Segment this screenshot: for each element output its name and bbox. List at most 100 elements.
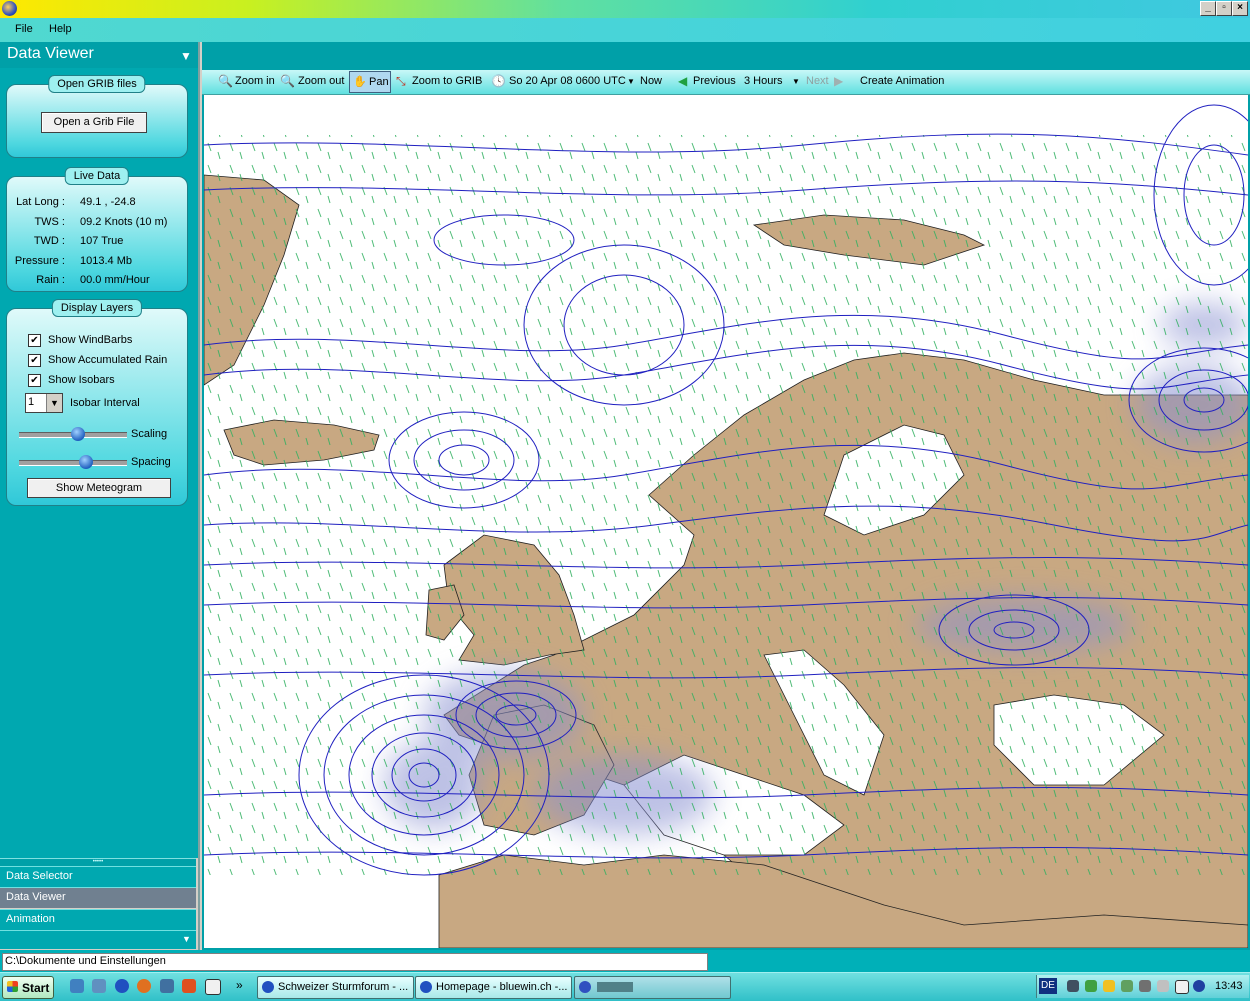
windbarbs-label: Show WindBarbs — [48, 334, 133, 346]
dropdown-arrow-icon[interactable]: ▼ — [46, 394, 62, 412]
zoom-out-icon: 🔍 — [280, 74, 295, 88]
menu-help[interactable]: Help — [49, 23, 72, 35]
tray-app-icon-2[interactable] — [1085, 980, 1097, 992]
twd-label: TWD : — [33, 235, 65, 247]
datetime-display[interactable]: So 20 Apr 08 0600 UTC — [509, 75, 626, 87]
zoom-to-grib-button[interactable]: Zoom to GRIB — [412, 75, 482, 87]
next-arrow-icon: ▶ — [834, 74, 844, 88]
step-selector[interactable]: 3 Hours — [744, 75, 783, 87]
language-indicator[interactable]: DE — [1039, 978, 1057, 994]
task-grib-viewer[interactable] — [574, 976, 731, 999]
windows-logo-icon — [7, 981, 18, 992]
quicklaunch-expand[interactable]: » — [236, 978, 243, 992]
hand-icon: ✋ — [353, 76, 367, 88]
tws-value: 09.2 Knots (10 m) — [80, 216, 168, 228]
start-label: Start — [22, 981, 50, 995]
nav-data-viewer[interactable]: Data Viewer — [0, 887, 196, 908]
display-layers-group-title: Display Layers — [51, 299, 143, 317]
tray-app-icon-6[interactable] — [1157, 980, 1169, 992]
nav-animation-label: Animation — [6, 913, 55, 925]
create-animation-button[interactable]: Create Animation — [860, 75, 944, 87]
grib-viewer-task-icon — [579, 981, 591, 993]
lat-long-value: 49.1 , -24.8 — [80, 196, 136, 208]
outlook-icon[interactable] — [160, 979, 174, 993]
minimize-button[interactable]: _ — [1200, 1, 1216, 16]
scaling-label: Scaling — [131, 428, 168, 440]
path-text: C:\Dokumente und Einstellungen — [5, 955, 166, 967]
splitter-grip[interactable]: ••••• — [0, 858, 196, 866]
tray-panda-icon[interactable] — [1175, 980, 1189, 994]
rain-label: Rain : — [36, 274, 65, 286]
collapse-chevron-icon[interactable]: ▼ — [180, 49, 192, 63]
tws-label: TWS : — [34, 216, 65, 228]
ie-task-icon-2 — [420, 981, 432, 993]
previous-button[interactable]: Previous — [693, 75, 736, 87]
side-panel-title: Data Viewer — [7, 45, 94, 62]
taskbar: Start » Schweizer Sturmforum - ... Homep… — [0, 972, 1250, 1001]
spacing-slider[interactable] — [19, 460, 127, 466]
weather-map-canvas — [204, 104, 1248, 948]
weather-map[interactable] — [204, 95, 1248, 948]
side-panel-header: Data Viewer ▼ — [0, 42, 198, 68]
windbarbs-checkbox[interactable]: ✔ — [28, 334, 41, 347]
nav-data-selector[interactable]: Data Selector — [0, 866, 196, 887]
explorer-icon[interactable] — [70, 979, 84, 993]
spacing-label: Spacing — [131, 456, 171, 468]
nav-overflow[interactable]: ▼ — [0, 930, 196, 949]
pan-button[interactable]: ✋ Pan — [349, 71, 391, 93]
firefox-icon[interactable] — [137, 979, 151, 993]
tray-app-icon-1[interactable] — [1067, 980, 1079, 992]
task-sturmforum[interactable]: Schweizer Sturmforum - ... — [257, 976, 414, 999]
step-dropdown-icon[interactable]: ▼ — [792, 77, 800, 86]
open-grib-file-button[interactable]: Open a Grib File — [41, 112, 147, 133]
previous-arrow-icon: ◀ — [678, 74, 688, 88]
clock-icon: 🕓 — [491, 74, 506, 88]
path-field[interactable]: C:\Dokumente und Einstellungen — [2, 953, 708, 971]
pressure-value: 1013.4 Mb — [80, 255, 132, 267]
ie-task-icon — [262, 981, 274, 993]
isobar-interval-value: 1 — [28, 396, 35, 408]
task-title-bar — [597, 982, 633, 992]
tray-app-icon-3[interactable] — [1103, 980, 1115, 992]
mail-icon[interactable] — [182, 979, 196, 993]
nav-data-selector-label: Data Selector — [6, 870, 73, 882]
system-tray: DE 13:43 — [1036, 975, 1249, 998]
nav-overflow-arrow-icon[interactable]: ▼ — [182, 934, 191, 944]
tray-volume-icon[interactable] — [1193, 980, 1205, 992]
isobar-interval-select[interactable]: 1 ▼ — [25, 393, 63, 413]
zoom-out-button[interactable]: Zoom out — [298, 75, 344, 87]
tray-app-icon-4[interactable] — [1121, 980, 1133, 992]
nav-animation[interactable]: Animation — [0, 909, 196, 930]
task-bluewin-label: Homepage - bluewin.ch -... — [436, 981, 568, 993]
desktop-icon[interactable] — [92, 979, 106, 993]
restore-button[interactable]: ▫ — [1216, 1, 1232, 16]
live-data-group: Live Data Lat Long : 49.1 , -24.8 TWS : … — [6, 167, 188, 292]
now-button[interactable]: Now — [640, 75, 662, 87]
task-bluewin[interactable]: Homepage - bluewin.ch -... — [415, 976, 572, 999]
menu-file[interactable]: File — [15, 23, 33, 35]
open-grib-group: Open GRIB files Open a Grib File — [6, 75, 188, 158]
title-bar: _ ▫ × — [0, 0, 1250, 18]
isobars-checkbox[interactable]: ✔ — [28, 374, 41, 387]
rain-checkbox[interactable]: ✔ — [28, 354, 41, 367]
nav-data-viewer-label: Data Viewer — [6, 891, 66, 903]
tray-app-icon-5[interactable] — [1139, 980, 1151, 992]
lat-long-label: Lat Long : — [16, 196, 65, 208]
panda-icon[interactable] — [205, 979, 221, 995]
spacing-slider-thumb[interactable] — [78, 455, 93, 469]
rain-value: 00.0 mm/Hour — [80, 274, 150, 286]
isobars-label: Show Isobars — [48, 374, 115, 386]
internet-explorer-icon[interactable] — [115, 979, 129, 993]
clock[interactable]: 13:43 — [1215, 980, 1243, 992]
datetime-dropdown-icon[interactable]: ▼ — [627, 77, 635, 86]
close-button[interactable]: × — [1232, 1, 1248, 16]
side-panel: Data Viewer ▼ Open GRIB files Open a Gri… — [0, 42, 200, 950]
next-button[interactable]: Next — [806, 75, 829, 87]
pan-label: Pan — [369, 76, 389, 88]
start-button[interactable]: Start — [2, 976, 54, 999]
zoom-in-button[interactable]: Zoom in — [235, 75, 275, 87]
open-grib-group-title: Open GRIB files — [48, 75, 146, 93]
show-meteogram-button[interactable]: Show Meteogram — [27, 478, 171, 498]
scaling-slider-thumb[interactable] — [71, 427, 86, 441]
wind-barbs — [204, 135, 1248, 875]
